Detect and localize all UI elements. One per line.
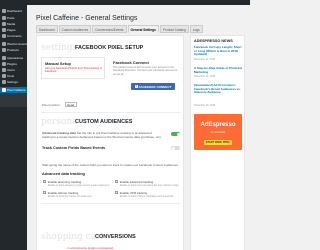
- divider: [41, 203, 181, 204]
- tab-product-catalog[interactable]: Product Catalog: [159, 25, 189, 33]
- sidebar-item-woocommerce[interactable]: WooCommerce: [2, 42, 28, 46]
- section-title: CONVERSIONS: [95, 234, 136, 240]
- advanced-tracking-toggle[interactable]: [171, 132, 180, 136]
- sidebar-item-dashboard[interactable]: Dashboard: [2, 9, 22, 13]
- section-title: FACEBOOK PIXEL SETUP: [75, 45, 144, 51]
- sidebar-item-posts[interactable]: Posts: [2, 16, 15, 20]
- divider: [41, 112, 181, 113]
- sidebar-item-plugins[interactable]: Plugins: [2, 62, 17, 66]
- taxonomy-tracking-help: Enable to track category or tags used to…: [48, 184, 110, 187]
- news-link[interactable]: Facebook Ad Copy Length: Short or Long (…: [194, 45, 243, 57]
- custom-fields-text: Start typing the name of the custom fiel…: [42, 163, 178, 167]
- adespresso-promo-banner[interactable]: AdEspresso by Hootsuite START FREE TRIAL: [194, 114, 242, 150]
- advanced-tracking-checkbox[interactable]: [115, 180, 118, 183]
- sidebar-item-media[interactable]: Media: [2, 22, 15, 26]
- facebook-connect-box: Facebook Connect The easiest setup is wi…: [107, 57, 181, 91]
- custom-fields-title: Track Custom Fields Based Events: [42, 146, 106, 150]
- settings-tabs: Dashboard Custom Audiences Conversions/E…: [36, 25, 203, 33]
- sidebar-item-tools[interactable]: Tools: [2, 74, 14, 78]
- promo-subtitle: by Hootsuite: [210, 131, 226, 134]
- advanced-tracking-text: Advanced tracking data Set the info to p…: [42, 131, 162, 139]
- advanced-tracking-cb-help: Enable to track more info about the user…: [120, 184, 179, 187]
- tab-custom-audiences[interactable]: Custom Audiences: [58, 25, 92, 33]
- sidebar-item-appearance[interactable]: Appearance: [2, 56, 23, 60]
- conversions-error: ⚠ eCommerce plugin not detected: [67, 246, 114, 250]
- news-link[interactable]: A Step-by-Step Guide to Pinterest Market…: [194, 66, 243, 74]
- settings-panel: settings FACEBOOK PIXEL SETUP Manual Set…: [36, 35, 184, 250]
- pixel-setup-header: settings FACEBOOK PIXEL SETUP: [37, 41, 185, 55]
- promo-title: AdEspresso: [200, 122, 236, 128]
- main-content: Pixel Caffeine - General Settings Dashbo…: [27, 5, 250, 250]
- pin-icon: [2, 16, 6, 20]
- facebook-connect-help: The easiest setup is with connect your a…: [113, 66, 178, 76]
- sidebar-item-settings[interactable]: Settings: [2, 80, 18, 84]
- news-date: November 21, 2018: [194, 75, 215, 78]
- sidebar-item-comments[interactable]: Comments: [2, 34, 22, 38]
- media-icon: [2, 22, 6, 26]
- section-watermark: settings: [41, 43, 78, 53]
- page-title: Pixel Caffeine - General Settings: [36, 15, 138, 22]
- referrer-tracking-checkbox[interactable]: [43, 191, 46, 194]
- advanced-data-title: Advanced data tracking: [42, 172, 85, 176]
- woocommerce-icon: [2, 42, 6, 46]
- start-trial-button[interactable]: START FREE TRIAL: [204, 140, 232, 145]
- user-icon: [2, 68, 6, 72]
- pixel-position-label: Pixel position:: [42, 103, 61, 107]
- page-icon: [2, 28, 6, 32]
- facebook-connect-title: Facebook Connect: [113, 60, 149, 65]
- facebook-connect-button[interactable]: f FACEBOOK CONNECT: [131, 83, 175, 90]
- news-title: ADESPRESSO NEWS: [194, 39, 233, 43]
- referrer-tracking-help: Enable to track the referrer for audienc…: [48, 195, 92, 198]
- sidebar-submenu: [0, 93, 27, 107]
- admin-sidebar: Dashboard Posts Media Pages Comments Woo…: [0, 5, 28, 250]
- plugin-icon: [2, 62, 6, 66]
- product-icon: [2, 48, 6, 52]
- custom-fields-toggle[interactable]: [171, 146, 180, 150]
- section-title: CUSTOM AUDIENCES: [75, 119, 133, 125]
- tab-dashboard[interactable]: Dashboard: [36, 25, 58, 33]
- comment-icon: [2, 34, 6, 38]
- dashboard-icon: [2, 9, 6, 13]
- conversions-header: shopping cart CONVERSIONS: [37, 230, 185, 244]
- sidebar-item-users[interactable]: Users: [2, 68, 15, 72]
- manual-setup-title: Manual Setup: [45, 61, 72, 66]
- adespresso-news-box: ADESPRESSO NEWS Facebook Ad Copy Length:…: [190, 35, 245, 250]
- settings-icon: [2, 80, 6, 84]
- manual-setup-box[interactable]: Manual Setup Add your Facebook Pixel ID …: [41, 57, 105, 79]
- utm-tracking-help: Enable to track UTM for campaigns and Fa…: [120, 195, 174, 198]
- utm-tracking-checkbox[interactable]: [115, 191, 118, 194]
- section-watermark: persona: [41, 117, 78, 127]
- sidebar-item-pages[interactable]: Pages: [2, 28, 16, 32]
- news-date: November 22, 2018: [194, 58, 215, 61]
- facebook-icon: f: [134, 85, 138, 88]
- taxonomy-tracking-checkbox[interactable]: [43, 180, 46, 183]
- wrench-icon: [2, 74, 6, 78]
- tab-logs[interactable]: Logs: [189, 25, 203, 33]
- coffee-icon: [2, 88, 6, 92]
- pixel-position-select[interactable]: Head: [65, 101, 77, 107]
- news-date: November 20, 2018: [194, 104, 215, 107]
- tab-general-settings[interactable]: General Settings: [127, 25, 159, 33]
- news-link[interactable]: [Guaranteed] Ad Promotions: Facebook's B…: [194, 83, 243, 95]
- manual-setup-help: Add your Facebook Pixel ID from Pixel se…: [45, 67, 102, 74]
- brush-icon: [2, 56, 6, 60]
- tab-conversions[interactable]: Conversions/Events: [92, 25, 127, 33]
- custom-audiences-header: persona CUSTOM AUDIENCES: [37, 115, 185, 129]
- sidebar-item-products[interactable]: Products: [2, 48, 19, 52]
